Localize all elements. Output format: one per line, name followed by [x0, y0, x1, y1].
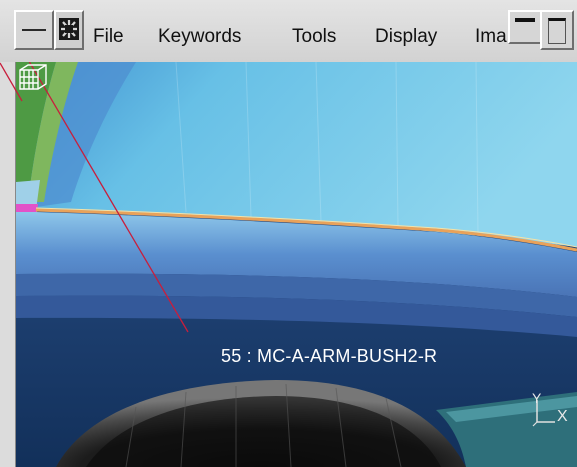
window-minimize-button[interactable]: [14, 10, 54, 50]
graphics-viewport[interactable]: 55 : MC-A-ARM-BUSH2-R Y X: [16, 62, 577, 467]
menubar: File Keywords Tools Display Ima: [0, 0, 577, 63]
menu-keywords[interactable]: Keywords: [158, 26, 241, 48]
minimize-dash-icon: [22, 29, 46, 31]
app-gear-icon: [59, 18, 79, 40]
window-maximize-button[interactable]: [540, 10, 574, 50]
menu-display[interactable]: Display: [375, 26, 437, 48]
axis-x-label: X: [557, 408, 568, 425]
part-label: 55 : MC-A-ARM-BUSH2-R: [221, 346, 438, 366]
pick-line-overlay: [0, 62, 23, 102]
menu-file[interactable]: File: [93, 26, 124, 48]
window-restore-button[interactable]: [508, 10, 542, 44]
menu-image[interactable]: Ima: [475, 26, 508, 48]
app-menu-button[interactable]: [54, 10, 84, 50]
model-render: [16, 62, 577, 467]
maximize-box-icon: [548, 18, 566, 44]
restore-bar-icon: [515, 18, 535, 22]
axis-y-label: Y: [532, 390, 542, 406]
menu-tools[interactable]: Tools: [292, 26, 336, 48]
